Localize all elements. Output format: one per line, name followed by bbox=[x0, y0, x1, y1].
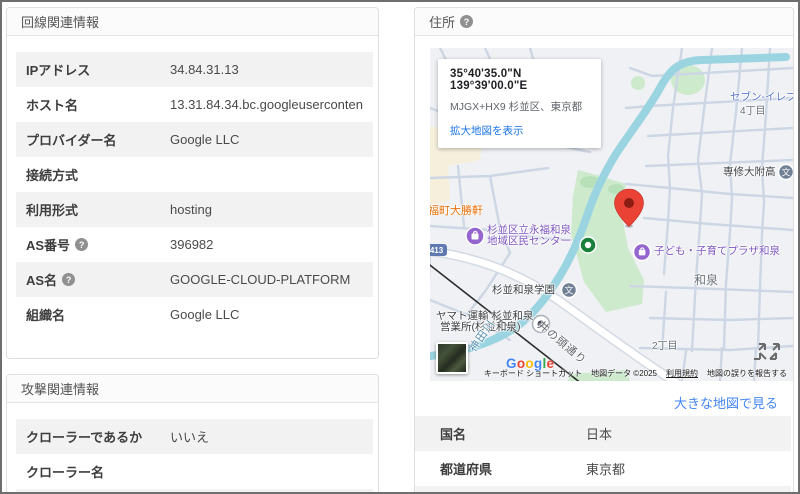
row-label: 国名 bbox=[440, 424, 586, 443]
open-large-map-link[interactable]: 大きな地図で見る bbox=[430, 389, 791, 416]
table-row: AS名 ? GOOGLE-CLOUD-PLATFORM bbox=[16, 262, 373, 297]
row-value: 34.84.31.13 bbox=[170, 62, 363, 77]
children-plaza-poi-icon[interactable] bbox=[634, 244, 651, 261]
yamato-poi-icon[interactable] bbox=[533, 316, 550, 333]
table-row: 組織名 Google LLC bbox=[16, 297, 373, 332]
table-row: クローラーであるか いいえ bbox=[16, 419, 373, 454]
address-table: 国名 日本 都道府県 東京都 bbox=[415, 416, 791, 494]
plus-code-text: MJGX+HX9 杉並区、東京都 bbox=[450, 99, 589, 114]
page: 回線関連情報 IPアドレス 34.84.31.13 ホスト名 13.31.84.… bbox=[0, 0, 800, 494]
row-value: hosting bbox=[170, 202, 363, 217]
table-row: 都道府県 東京都 bbox=[415, 451, 791, 486]
row-value: いいえ bbox=[170, 427, 363, 446]
row-value: GOOGLE-CLOUD-PLATFORM bbox=[170, 272, 363, 287]
row-label: 接続方式 bbox=[26, 165, 170, 184]
report-map-error-link[interactable]: 地図の誤りを報告する bbox=[707, 368, 787, 379]
row-label: AS名 ? bbox=[26, 270, 170, 289]
attack-info-card-header: 攻撃関連情報 bbox=[7, 375, 378, 403]
row-label: クローラー名 bbox=[26, 462, 170, 481]
svg-text:文: 文 bbox=[564, 285, 573, 296]
table-row: 接続方式 bbox=[16, 157, 373, 192]
row-label: 利用形式 bbox=[26, 200, 170, 219]
row-label: AS番号 ? bbox=[26, 235, 170, 254]
table-row: クローラー名 bbox=[16, 454, 373, 489]
help-icon[interactable]: ? bbox=[62, 273, 75, 286]
map-data-text: 地図データ ©2025 bbox=[591, 368, 657, 379]
row-value: 13.31.84.34.bc.googleusercontent.com bbox=[170, 97, 363, 112]
address-card-title: 住所 bbox=[429, 12, 455, 31]
table-row: 国名 日本 bbox=[415, 416, 791, 451]
park-poi-icon[interactable] bbox=[580, 237, 596, 253]
table-row: ホスト名 13.31.84.34.bc.googleusercontent.co… bbox=[16, 87, 373, 122]
row-label: 組織名 bbox=[26, 305, 170, 324]
school-poi-icon[interactable]: 文 bbox=[779, 165, 794, 180]
community-center-poi-icon[interactable] bbox=[466, 227, 484, 245]
google-map-embed[interactable]: 文 文 bbox=[430, 48, 793, 381]
row-label: 都道府県 bbox=[440, 459, 586, 478]
row-label: プロバイダー名 bbox=[26, 130, 170, 149]
map-info-card: 35°40'35.0"N 139°39'00.0"E MJGX+HX9 杉並区、… bbox=[438, 59, 601, 148]
line-info-card-title: 回線関連情報 bbox=[21, 12, 99, 31]
table-row bbox=[415, 486, 791, 494]
line-info-table: IPアドレス 34.84.31.13 ホスト名 13.31.84.34.bc.g… bbox=[16, 52, 373, 332]
address-card-header: 住所 ? bbox=[415, 8, 793, 36]
row-label: ホスト名 bbox=[26, 95, 170, 114]
keyboard-shortcuts-button[interactable]: キーボード ショートカット bbox=[484, 368, 582, 379]
help-icon[interactable]: ? bbox=[75, 238, 88, 251]
row-value: 396982 bbox=[170, 237, 363, 252]
table-row: プロバイダー名 Google LLC bbox=[16, 122, 373, 157]
attack-info-card-title: 攻撃関連情報 bbox=[21, 379, 99, 398]
view-larger-map-link[interactable]: 拡大地図を表示 bbox=[450, 123, 589, 138]
row-value: Google LLC bbox=[170, 132, 363, 147]
row-value: 東京都 bbox=[586, 459, 781, 478]
row-label: クローラーであるか bbox=[26, 427, 170, 446]
table-row: 利用形式 hosting bbox=[16, 192, 373, 227]
route-badge: 413 bbox=[430, 244, 447, 256]
row-label-text: AS名 bbox=[26, 270, 57, 289]
school-poi-icon[interactable]: 文 bbox=[562, 283, 577, 298]
row-label-text: AS番号 bbox=[26, 235, 70, 254]
line-info-card-header: 回線関連情報 bbox=[7, 8, 378, 36]
svg-text:文: 文 bbox=[781, 167, 790, 178]
address-card: 住所 ? bbox=[414, 7, 794, 494]
satellite-layer-toggle[interactable] bbox=[436, 342, 468, 374]
row-label: IPアドレス bbox=[26, 60, 170, 79]
table-row: AS番号 ? 396982 bbox=[16, 227, 373, 262]
map-attribution: キーボード ショートカット 地図データ ©2025 利用規約 地図の誤りを報告す… bbox=[484, 368, 787, 379]
coordinates-text: 35°40'35.0"N 139°39'00.0"E bbox=[450, 68, 589, 92]
terms-link[interactable]: 利用規約 bbox=[666, 368, 698, 379]
park-area bbox=[631, 76, 645, 90]
line-info-card: 回線関連情報 IPアドレス 34.84.31.13 ホスト名 13.31.84.… bbox=[6, 7, 379, 359]
table-row bbox=[16, 489, 373, 494]
attack-info-card: 攻撃関連情報 クローラーであるか いいえ クローラー名 bbox=[6, 374, 379, 494]
table-row: IPアドレス 34.84.31.13 bbox=[16, 52, 373, 87]
help-icon[interactable]: ? bbox=[460, 15, 473, 28]
attack-info-table: クローラーであるか いいえ クローラー名 bbox=[16, 419, 373, 494]
row-value: Google LLC bbox=[170, 307, 363, 322]
row-value: 日本 bbox=[586, 424, 781, 443]
